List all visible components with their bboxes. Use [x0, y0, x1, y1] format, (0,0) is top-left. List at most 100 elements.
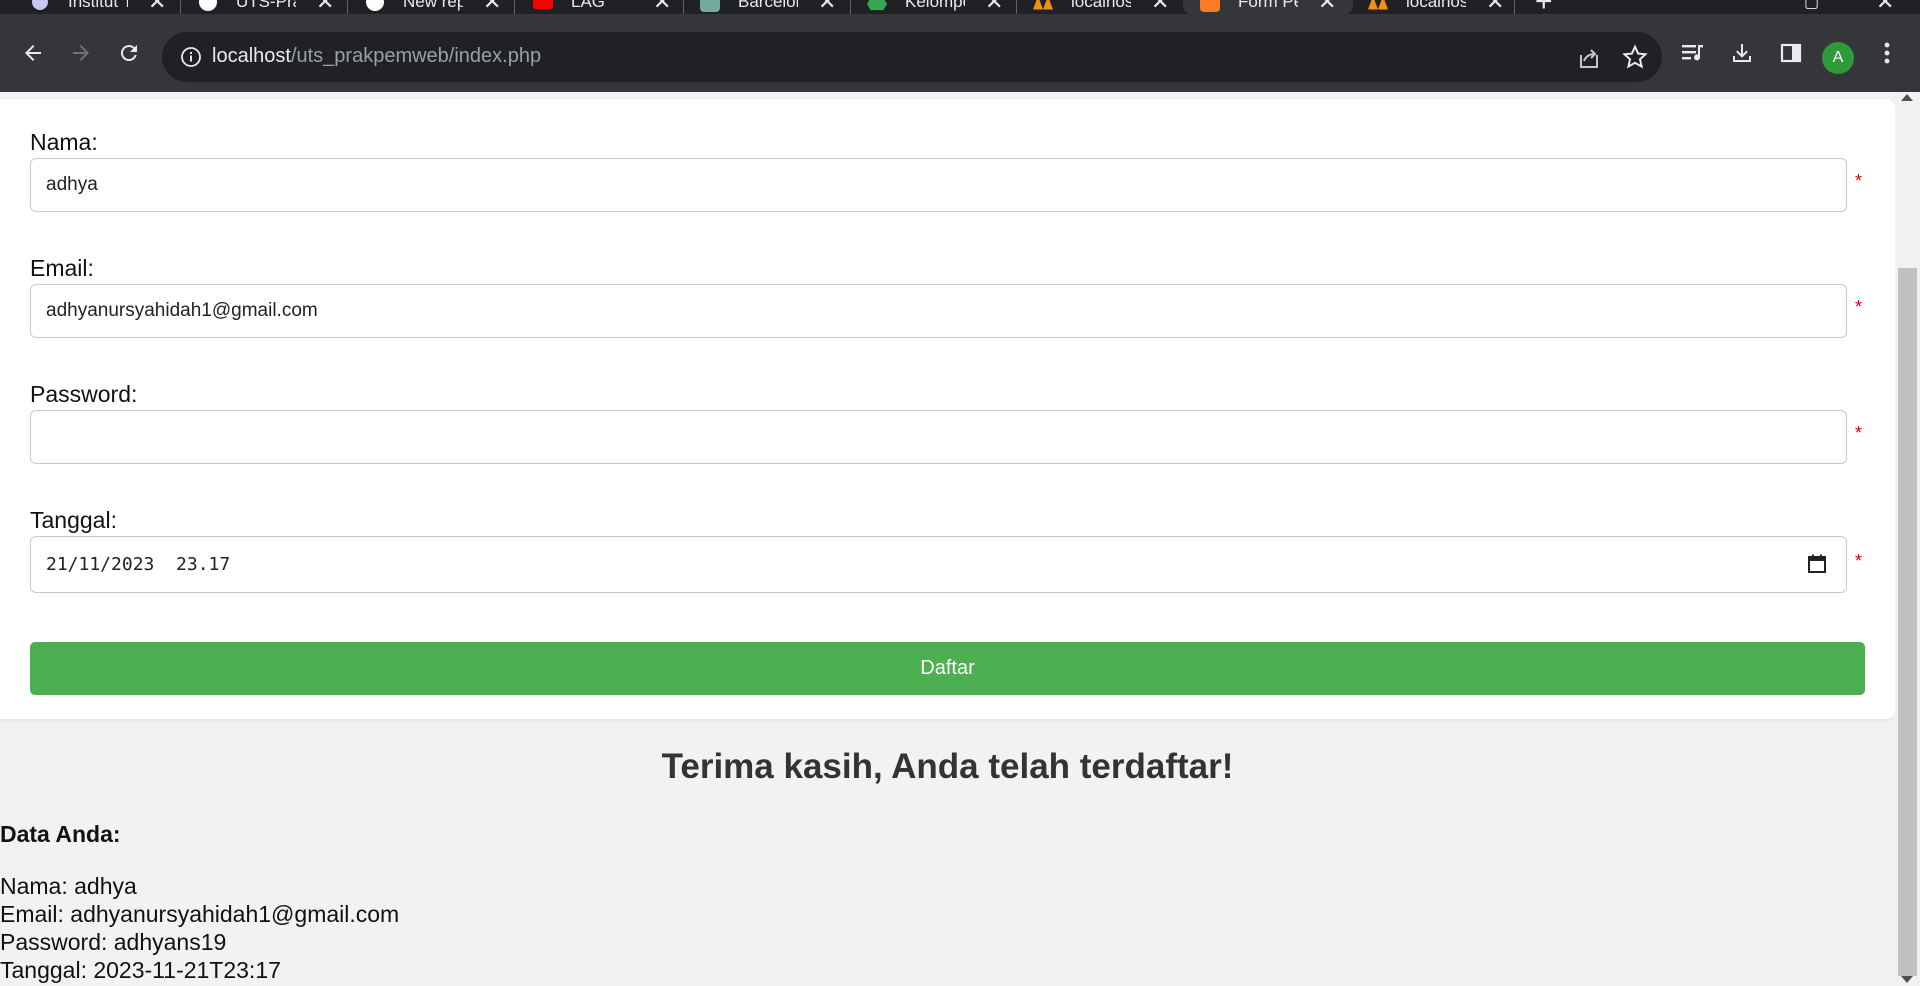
plus-icon: + [1535, 0, 1553, 14]
avatar-initial: A [1832, 49, 1844, 66]
data-anda-title: Data Anda: [0, 821, 121, 847]
side-panel-button[interactable] [1776, 38, 1806, 68]
tab-title: UTS-Prak [236, 0, 296, 11]
tab-title: localhost [1406, 0, 1466, 11]
download-icon [1733, 44, 1751, 62]
more-vertical-icon [1884, 42, 1890, 64]
tab-youtube[interactable]: LAG ✕ [533, 0, 671, 14]
close-tab-icon[interactable]: ✕ [148, 0, 166, 13]
daftar-button-label: Daftar [920, 657, 975, 679]
email-input-value: adhyanursyahidah1@gmail.com [46, 300, 318, 321]
success-heading: Terima kasih, Anda telah terdaftar! [661, 747, 1234, 786]
reload-icon [120, 45, 137, 62]
nama-input-value: adhya [46, 174, 98, 195]
tab-institut[interactable]: Institut T ✕ [30, 0, 166, 14]
close-tab-icon[interactable]: ✕ [1318, 0, 1336, 13]
university-icon [30, 0, 50, 12]
tab-title: Institut T [68, 0, 128, 11]
forward-button[interactable] [66, 38, 96, 68]
tab-title: Kelompo [905, 0, 965, 11]
tab-title: localhost [1071, 0, 1131, 11]
tab-title: LAG [571, 0, 606, 11]
tanggal-input-value: 21/11/2023 23.17 [46, 554, 231, 575]
forward-arrow-icon [73, 45, 89, 61]
reading-list-button[interactable] [1678, 38, 1708, 68]
tab-strip: Institut T ✕ UTS-Prak ✕ New rep ✕ LAG ✕ … [0, 0, 1920, 14]
reload-button[interactable] [114, 38, 144, 68]
close-tab-icon[interactable]: ✕ [483, 0, 501, 13]
restore-window-icon: ▢ [1804, 0, 1820, 11]
tab-title: Barcelon [738, 0, 798, 11]
scrollbar-thumb[interactable] [1898, 268, 1917, 976]
tab-google-drive[interactable]: Kelompo ✕ [867, 0, 1003, 14]
email-input[interactable]: adhyanursyahidah1@gmail.com [30, 284, 1847, 338]
close-icon: ✕ [1876, 0, 1895, 14]
nama-input[interactable]: adhya [30, 158, 1847, 212]
scroll-down-arrow-icon[interactable] [1901, 976, 1913, 983]
password-label: Password: [30, 381, 138, 407]
required-marker: * [1855, 423, 1863, 443]
tab-divider [180, 0, 181, 14]
tab-uts-prak[interactable]: UTS-Prak ✕ [198, 0, 334, 14]
tab-divider [1514, 0, 1515, 14]
google-drive-icon [867, 0, 887, 12]
back-button[interactable] [18, 38, 48, 68]
reading-list-icon [1682, 45, 1703, 61]
tab-divider [514, 0, 515, 14]
required-marker: * [1855, 297, 1863, 317]
github-icon [198, 0, 218, 12]
share-icon[interactable] [1576, 45, 1602, 71]
tab-localhost-2[interactable]: localhost ✕ [1368, 0, 1504, 14]
url-text[interactable]: localhost/uts_prakpemweb/index.php [212, 45, 541, 68]
xampp-icon [1200, 0, 1220, 12]
browser-menu-button[interactable] [1872, 38, 1902, 68]
side-panel-icon [1780, 43, 1802, 63]
profile-avatar[interactable]: A [1822, 42, 1854, 74]
close-tab-icon[interactable]: ✕ [1151, 0, 1169, 13]
downloads-button[interactable] [1727, 38, 1757, 68]
site-info-icon[interactable] [180, 46, 202, 68]
url-path: /uts_prakpemweb/index.php [290, 45, 542, 67]
address-bar[interactable]: localhost/uts_prakpemweb/index.php [162, 32, 1662, 82]
required-marker: * [1855, 551, 1863, 571]
tab-title: Form Pe [1238, 0, 1298, 11]
data-nama: Nama: adhya [0, 873, 137, 899]
password-input[interactable] [30, 410, 1847, 464]
close-tab-icon[interactable]: ✕ [653, 0, 671, 13]
email-label: Email: [30, 255, 94, 281]
data-password: Password: adhyans19 [0, 929, 227, 955]
data-email: Email: adhyanursyahidah1@gmail.com [0, 901, 400, 927]
tab-form-pendaftaran[interactable]: Form Pe ✕ [1183, 0, 1353, 14]
url-host: localhost [212, 45, 291, 67]
tab-title: New rep [403, 0, 463, 11]
youtube-icon [533, 0, 553, 12]
page-viewport: Nama: adhya * Email: adhyanursyahidah1@g… [0, 92, 1920, 986]
close-tab-icon[interactable]: ✕ [985, 0, 1003, 13]
close-tab-icon[interactable]: ✕ [1486, 0, 1504, 13]
registration-form: Nama: adhya * Email: adhyanursyahidah1@g… [0, 99, 1895, 719]
tab-new-repo[interactable]: New rep ✕ [365, 0, 501, 14]
new-tab-button[interactable]: + [1535, 0, 1553, 14]
calendar-icon[interactable] [1806, 553, 1828, 575]
close-tab-icon[interactable]: ✕ [316, 0, 334, 13]
tab-divider [683, 0, 684, 14]
close-window-button[interactable]: ✕ [1876, 0, 1894, 14]
browser-toolbar: localhost/uts_prakpemweb/index.php A [0, 14, 1920, 92]
bookmark-star-icon[interactable] [1622, 44, 1648, 70]
chatgpt-icon [700, 0, 720, 12]
data-tanggal: Tanggal: 2023-11-21T23:17 [0, 957, 281, 983]
close-tab-icon[interactable]: ✕ [818, 0, 836, 13]
phpmyadmin-icon [1033, 0, 1053, 12]
tab-chatgpt[interactable]: Barcelon ✕ [700, 0, 836, 14]
tab-divider [850, 0, 851, 14]
github-icon [365, 0, 385, 12]
tanggal-datetime-input[interactable]: 21/11/2023 23.17 [30, 536, 1847, 593]
vertical-scrollbar[interactable] [1895, 92, 1920, 986]
phpmyadmin-icon [1368, 0, 1388, 12]
tab-divider [347, 0, 348, 14]
maximize-button[interactable]: ▢ [1804, 0, 1819, 14]
scroll-up-arrow-icon[interactable] [1901, 94, 1913, 101]
tab-localhost-1[interactable]: localhost ✕ [1033, 0, 1169, 14]
tanggal-label: Tanggal: [30, 507, 117, 533]
daftar-button[interactable]: Daftar [30, 642, 1865, 695]
